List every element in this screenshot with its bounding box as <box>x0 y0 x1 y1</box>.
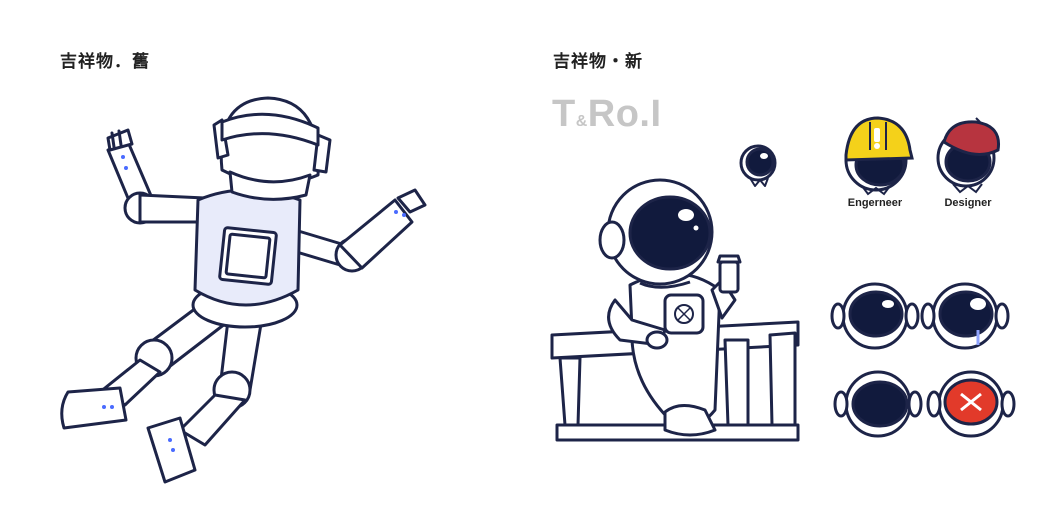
new-astronaut-illustration <box>550 144 800 442</box>
x-visor-head-icon <box>926 370 1016 438</box>
designer-caption: Designer <box>944 197 992 209</box>
mascot-artwork <box>60 96 1016 484</box>
designer-head-icon <box>936 117 1001 194</box>
old-astronaut-illustration <box>60 96 427 484</box>
visor-head-icon-2 <box>920 282 1010 350</box>
engineer-caption: Engerneer <box>847 197 903 209</box>
visor-head-icon-3 <box>833 370 923 438</box>
visor-head-icon-1 <box>830 282 920 350</box>
engineer-head-icon <box>844 116 914 196</box>
